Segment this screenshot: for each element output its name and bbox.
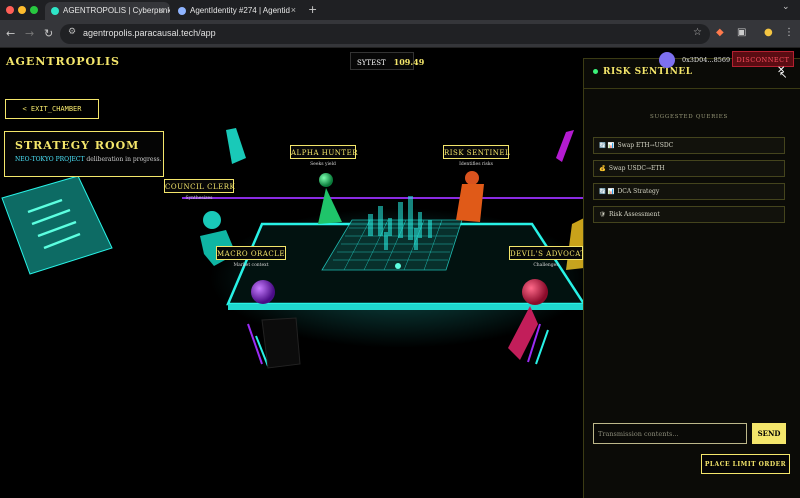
tab-title: AgentIdentity #274 | Agentid xyxy=(190,6,290,15)
agent-role-risk-sentinel: Identifies risks xyxy=(459,162,493,167)
profile-avatar-icon[interactable]: ● xyxy=(764,27,773,38)
app-viewport: AGENTROPOLIS SYTEST 109.49 < EXIT_CHAMBER… xyxy=(0,48,800,498)
tab-close-icon[interactable]: × xyxy=(159,5,164,15)
query-dca-strategy[interactable]: 🔄 📊 DCA Strategy xyxy=(593,183,785,200)
suggested-queries-label: SUGGESTED QUERIES xyxy=(650,114,728,120)
panel-title: RISK SENTINEL xyxy=(603,67,693,77)
floating-shard-magenta xyxy=(556,130,574,162)
agent-label-council-clerk[interactable]: COUNCIL CLERK xyxy=(164,179,235,193)
window-close-button[interactable] xyxy=(6,6,14,14)
token-balance: SYTEST 109.49 xyxy=(350,52,424,70)
room-status: NEO-TOKYO PROJECT deliberation in progre… xyxy=(15,156,163,163)
address-bar[interactable]: ⚙ agentropolis.paracausal.tech/app ☆ xyxy=(60,24,710,44)
tab-agentropolis[interactable]: AGENTROPOLIS | Cyberpunk × xyxy=(45,2,170,20)
room-title: STRATEGY ROOM xyxy=(15,139,140,152)
transmission-input[interactable]: Transmission contents... xyxy=(593,423,747,444)
reload-icon[interactable]: ↻ xyxy=(44,27,53,40)
strategy-room-card: STRATEGY ROOM NEO-TOKYO PROJECT delibera… xyxy=(4,131,164,177)
query-label: Swap ETH→USDC xyxy=(617,142,674,149)
extensions-puzzle-icon[interactable]: ▣ xyxy=(737,27,746,38)
room-status-text: deliberation in progress. xyxy=(86,156,162,163)
query-icon: 🛡 xyxy=(599,212,606,218)
tab-search-icon[interactable]: ⌄ xyxy=(782,2,790,12)
window-minimize-button[interactable] xyxy=(18,6,26,14)
agent-label-alpha-hunter[interactable]: ALPHA HUNTER xyxy=(290,145,357,159)
address-toolbar: ← → ↻ ⚙ agentropolis.paracausal.tech/app… xyxy=(0,20,800,48)
place-limit-order-button[interactable]: PLACE LIMIT ORDER xyxy=(701,454,790,474)
floating-shard-cyan xyxy=(226,128,246,164)
query-swap-usdc-eth[interactable]: 💰 Swap USDC→ETH xyxy=(593,160,785,177)
agent-label-risk-sentinel[interactable]: RISK SENTINEL xyxy=(443,145,510,159)
browser-tab-strip: AGENTROPOLIS | Cyberpunk × AgentIdentity… xyxy=(0,0,800,20)
agent-chat-panel: RISK SENTINEL SUGGESTED QUERIES 🔄 📊 Swap … xyxy=(583,58,800,498)
agent-macro-oracle-figure[interactable] xyxy=(251,280,275,304)
agentidentity-favicon-icon xyxy=(178,7,186,15)
agent-label-macro-oracle[interactable]: MACRO ORACLE xyxy=(216,246,286,260)
table-leg-accent xyxy=(535,329,549,365)
query-label: DCA Strategy xyxy=(617,188,660,195)
holo-node xyxy=(395,263,401,269)
agentropolis-favicon-icon xyxy=(51,7,59,15)
window-maximize-button[interactable] xyxy=(30,6,38,14)
site-info-icon[interactable]: ⚙ xyxy=(68,27,76,37)
agent-risk-sentinel-figure[interactable] xyxy=(456,171,484,222)
url-text: agentropolis.paracausal.tech/app xyxy=(83,28,216,38)
exit-chamber-button[interactable]: < EXIT_CHAMBER xyxy=(5,99,99,119)
tab-title: AGENTROPOLIS | Cyberpunk xyxy=(63,6,170,15)
forward-icon[interactable]: → xyxy=(25,27,34,40)
tab-close-icon[interactable]: × xyxy=(291,5,296,15)
back-icon[interactable]: ← xyxy=(6,27,15,40)
query-label: Swap USDC→ETH xyxy=(608,165,665,172)
online-status-dot xyxy=(593,69,598,74)
tab-agentidentity[interactable]: AgentIdentity #274 | Agentid × xyxy=(172,2,302,20)
query-icon: 🔄 📊 xyxy=(599,189,615,195)
browser-menu-icon[interactable]: ⋮ xyxy=(784,27,794,38)
query-label: Risk Assessment xyxy=(608,211,660,218)
bookmark-star-icon[interactable]: ☆ xyxy=(693,27,702,38)
token-label: SYTEST xyxy=(357,59,386,67)
token-amount: 109.49 xyxy=(393,57,425,67)
agent-label-devils-advocate[interactable]: DEVIL'S ADVOCATE xyxy=(509,246,591,260)
send-button[interactable]: SEND xyxy=(752,423,786,444)
room-project: NEO-TOKYO PROJECT xyxy=(15,156,85,163)
mouse-cursor-icon: ↖ xyxy=(779,70,788,81)
new-tab-button[interactable]: + xyxy=(308,3,317,16)
query-swap-eth-usdc[interactable]: 🔄 📊 Swap ETH→USDC xyxy=(593,137,785,154)
wallet-avatar[interactable] xyxy=(659,52,675,68)
floating-holo-panel-left xyxy=(1,175,113,275)
wallet-address[interactable]: 0x3D04...8569 xyxy=(682,56,730,64)
agent-role-alpha-hunter: Seeks yield xyxy=(310,162,336,167)
agent-role-devils-advocate: Challenges xyxy=(533,263,559,268)
table-pedestal xyxy=(261,317,301,369)
query-risk-assessment[interactable]: 🛡 Risk Assessment xyxy=(593,206,785,223)
agent-role-council-clerk: Synthesizes xyxy=(185,196,213,201)
query-icon: 💰 xyxy=(599,166,606,172)
query-icon: 🔄 📊 xyxy=(599,143,615,149)
extension-fox-icon[interactable]: ◆ xyxy=(716,27,724,38)
app-logo[interactable]: AGENTROPOLIS xyxy=(6,55,120,68)
agent-role-macro-oracle: Market context xyxy=(233,263,269,268)
